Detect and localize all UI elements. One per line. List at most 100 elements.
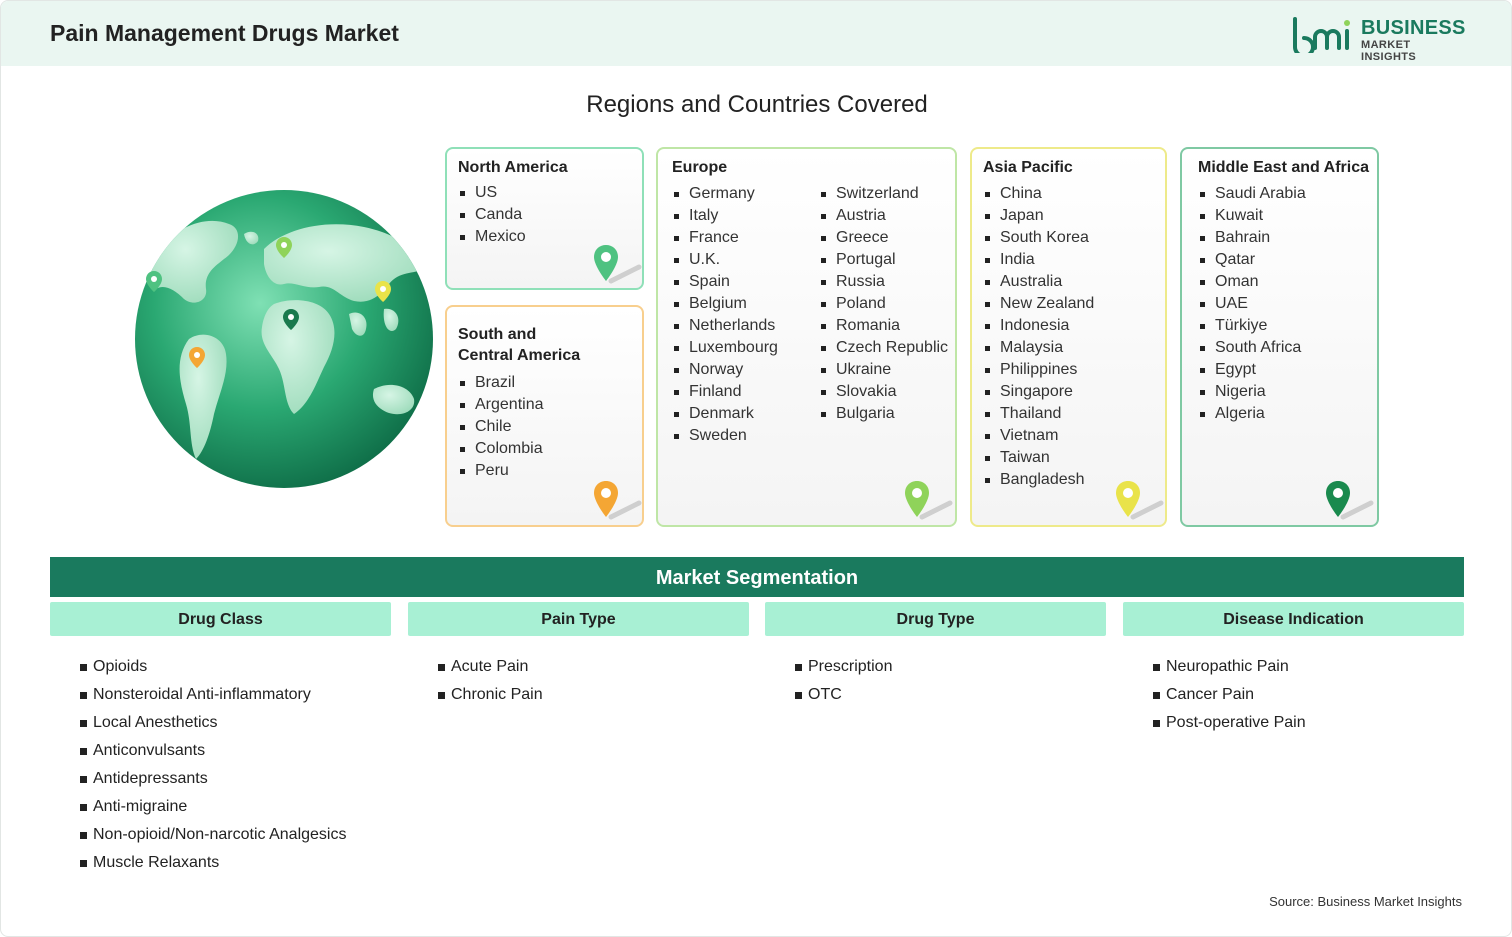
list-item: Czech Republic: [819, 337, 948, 359]
list-item: New Zealand: [983, 293, 1094, 315]
region-card-mea: Middle East and Africa Saudi Arabia Kuwa…: [1180, 147, 1379, 527]
region-title-asia-pacific: Asia Pacific: [983, 159, 1073, 176]
list-item: France: [672, 227, 778, 249]
country-list-south-america: Brazil Argentina Chile Colombia Peru: [458, 372, 544, 482]
globe-icon: [135, 190, 433, 488]
list-item: Australia: [983, 271, 1094, 293]
list-item: Nigeria: [1198, 381, 1306, 403]
list-item: Brazil: [458, 372, 544, 394]
bmi-logo-icon: [1293, 17, 1350, 53]
infographic-frame: Pain Management Drugs Market BUSINESS MA…: [0, 0, 1512, 937]
list-item: Chronic Pain: [438, 681, 543, 709]
country-list-north-america: US Canda Mexico: [458, 182, 526, 248]
list-item: Anticonvulsants: [80, 737, 346, 765]
list-item: Norway: [672, 359, 778, 381]
country-list-mea: Saudi Arabia Kuwait Bahrain Qatar Oman U…: [1198, 183, 1306, 425]
list-item: Bangladesh: [983, 469, 1094, 491]
list-item: Poland: [819, 293, 948, 315]
region-title-mea: Middle East and Africa: [1198, 159, 1369, 176]
list-item: Chile: [458, 416, 544, 438]
list-item: Local Anesthetics: [80, 709, 346, 737]
list-item: Luxembourg: [672, 337, 778, 359]
list-item: UAE: [1198, 293, 1306, 315]
map-pin-icon: [594, 481, 642, 520]
list-item: Spain: [672, 271, 778, 293]
list-item: Cancer Pain: [1153, 681, 1306, 709]
list-item: South Korea: [983, 227, 1094, 249]
list-item: Non-opioid/Non-narcotic Analgesics: [80, 821, 346, 849]
region-card-asia-pacific: Asia Pacific China Japan South Korea Ind…: [970, 147, 1167, 527]
brand-logo: BUSINESS MARKET INSIGHTS: [1291, 17, 1466, 63]
list-item: Peru: [458, 460, 544, 482]
list-item: Thailand: [983, 403, 1094, 425]
list-item: Taiwan: [983, 447, 1094, 469]
map-pin-icon: [594, 245, 642, 284]
segmentation-title-bar: Market Segmentation: [50, 557, 1464, 597]
list-item: Vietnam: [983, 425, 1094, 447]
region-title-europe: Europe: [672, 159, 728, 176]
page-title: Pain Management Drugs Market: [50, 20, 399, 46]
list-item: Italy: [672, 205, 778, 227]
region-title-line2: Central America: [458, 347, 581, 364]
list-item: Malaysia: [983, 337, 1094, 359]
list-item: Philippines: [983, 359, 1094, 381]
list-item: Qatar: [1198, 249, 1306, 271]
list-item: U.K.: [672, 249, 778, 271]
list-item: Nonsteroidal Anti-inflammatory: [80, 681, 346, 709]
segment-list-disease-indication: Neuropathic Pain Cancer Pain Post-operat…: [1153, 653, 1306, 737]
list-item: OTC: [795, 681, 892, 709]
list-item: Belgium: [672, 293, 778, 315]
list-item: Argentina: [458, 394, 544, 416]
list-item: Austria: [819, 205, 948, 227]
list-item: US: [458, 182, 526, 204]
country-list-asia-pacific: China Japan South Korea India Australia …: [983, 183, 1094, 491]
list-item: South Africa: [1198, 337, 1306, 359]
list-item: Colombia: [458, 438, 544, 460]
region-card-north-america: North America US Canda Mexico: [445, 147, 644, 290]
list-item: Türkiye: [1198, 315, 1306, 337]
list-item: Kuwait: [1198, 205, 1306, 227]
segment-list-pain-type: Acute Pain Chronic Pain: [438, 653, 543, 709]
list-item: Muscle Relaxants: [80, 849, 346, 877]
segment-header-drug-type: Drug Type: [765, 602, 1106, 636]
region-title-line1: South and: [458, 326, 537, 343]
segment-list-drug-type: Prescription OTC: [795, 653, 892, 709]
list-item: Bulgaria: [819, 403, 948, 425]
list-item: Romania: [819, 315, 948, 337]
list-item: Sweden: [672, 425, 778, 447]
list-item: Russia: [819, 271, 948, 293]
list-item: Algeria: [1198, 403, 1306, 425]
list-item: Indonesia: [983, 315, 1094, 337]
list-item: Bahrain: [1198, 227, 1306, 249]
list-item: Denmark: [672, 403, 778, 425]
segment-header-drug-class: Drug Class: [50, 602, 391, 636]
region-card-south-america: South and Central America Brazil Argenti…: [445, 305, 644, 527]
list-item: Prescription: [795, 653, 892, 681]
segment-header-disease-indication: Disease Indication: [1123, 602, 1464, 636]
list-item: Canda: [458, 204, 526, 226]
source-note: Source: Business Market Insights: [1269, 894, 1462, 909]
regions-title: Regions and Countries Covered: [586, 91, 928, 118]
logo-word-business: BUSINESS: [1361, 17, 1466, 39]
list-item: Finland: [672, 381, 778, 403]
map-pin-icon: [1326, 481, 1374, 520]
region-title-south-america: South and Central America: [458, 324, 580, 366]
list-item: China: [983, 183, 1094, 205]
list-item: Egypt: [1198, 359, 1306, 381]
list-item: Netherlands: [672, 315, 778, 337]
map-pin-icon: [905, 481, 953, 520]
list-item: Singapore: [983, 381, 1094, 403]
list-item: Portugal: [819, 249, 948, 271]
list-item: Opioids: [80, 653, 346, 681]
list-item: Oman: [1198, 271, 1306, 293]
region-title-north-america: North America: [458, 159, 568, 176]
segment-header-pain-type: Pain Type: [408, 602, 749, 636]
list-item: Anti-migraine: [80, 793, 346, 821]
list-item: Switzerland: [819, 183, 948, 205]
country-list-europe-col2: Switzerland Austria Greece Portugal Russ…: [819, 183, 948, 425]
list-item: Greece: [819, 227, 948, 249]
list-item: Saudi Arabia: [1198, 183, 1306, 205]
list-item: Antidepressants: [80, 765, 346, 793]
list-item: India: [983, 249, 1094, 271]
map-pin-icon: [1116, 481, 1164, 520]
